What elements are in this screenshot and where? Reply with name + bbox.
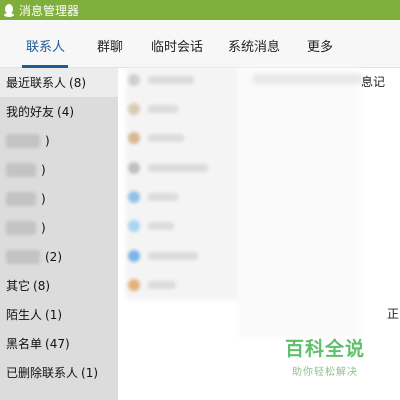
- blurred-name: [148, 164, 208, 172]
- blurred-label: [6, 133, 40, 148]
- blurred-name: [148, 105, 178, 113]
- sidebar-item-count: (8): [69, 75, 87, 90]
- sidebar-item-count: (4): [57, 104, 75, 119]
- blurred-name: [148, 222, 174, 230]
- blurred-label: [6, 249, 40, 264]
- sidebar-item-count: ): [45, 133, 50, 148]
- list-item[interactable]: [128, 72, 238, 88]
- avatar: [128, 250, 140, 262]
- blurred-message-area: [238, 68, 360, 338]
- sidebar-item-label: 黑名单: [6, 337, 43, 351]
- window-title: 消息管理器: [19, 3, 80, 18]
- avatar: [128, 191, 140, 203]
- title-bar: 消息管理器: [0, 0, 400, 20]
- tab-group-chat[interactable]: 群聊: [97, 36, 123, 55]
- blurred-name: [148, 76, 194, 84]
- avatar: [128, 162, 140, 174]
- sidebar-item-label: 其它: [6, 279, 31, 293]
- blurred-label: [6, 220, 36, 235]
- sidebar-item-label: 最近联系人: [6, 76, 67, 90]
- blurred-label: [6, 191, 36, 206]
- tab-contacts[interactable]: 联系人: [26, 36, 65, 55]
- avatar: [128, 103, 140, 115]
- contact-group-sidebar: 最近联系人 (8) 我的好友 (4) ) ) ) ) (2) 其它 (8) 陌生…: [0, 68, 118, 400]
- sidebar-item-count: ): [41, 191, 46, 206]
- sidebar-item-deleted-contacts[interactable]: 已删除联系人 (1): [0, 358, 118, 387]
- sidebar-item-blurred-group[interactable]: (2): [0, 242, 118, 271]
- tab-system-messages[interactable]: 系统消息: [228, 36, 280, 55]
- list-item[interactable]: [128, 130, 238, 146]
- blurred-name: [148, 134, 184, 142]
- watermark-title: 百科全说: [284, 338, 365, 360]
- list-item[interactable]: [128, 101, 238, 117]
- tab-temporary-session[interactable]: 临时会话: [151, 36, 203, 55]
- sidebar-item-strangers[interactable]: 陌生人 (1): [0, 300, 118, 329]
- blurred-name: [148, 281, 176, 289]
- sidebar-item-count: (8): [33, 278, 51, 293]
- sidebar-item-label: 陌生人: [6, 308, 43, 322]
- blurred-label: [6, 162, 36, 177]
- blurred-name: [148, 193, 178, 201]
- avatar: [128, 132, 140, 144]
- list-item[interactable]: [128, 277, 238, 293]
- watermark-logo: 百科全说 助你轻松解决: [282, 334, 368, 378]
- sidebar-item-blurred-group[interactable]: ): [0, 126, 118, 155]
- sidebar-item-blacklist[interactable]: 黑名单 (47): [0, 329, 118, 358]
- qq-penguin-icon: [2, 3, 16, 17]
- sidebar-item-my-friends[interactable]: 我的好友 (4): [0, 97, 118, 126]
- sidebar-item-label: 我的好友: [6, 105, 55, 119]
- watermark-subtitle: 助你轻松解决: [292, 367, 358, 378]
- sidebar-item-count: (1): [81, 365, 99, 380]
- sidebar-item-count: ): [41, 220, 46, 235]
- sidebar-item-blurred-group[interactable]: ): [0, 155, 118, 184]
- column-header-edge: 息记: [361, 75, 386, 89]
- blurred-column-header: [253, 74, 363, 84]
- list-item[interactable]: [128, 218, 238, 234]
- sidebar-item-count: ): [41, 162, 46, 177]
- list-item[interactable]: [128, 189, 238, 205]
- avatar: [128, 220, 140, 232]
- list-item[interactable]: [128, 248, 238, 264]
- sidebar-item-blurred-group[interactable]: ): [0, 213, 118, 242]
- avatar: [128, 74, 140, 86]
- sidebar-item-label: 已删除联系人: [6, 366, 79, 380]
- sidebar-item-count: (1): [45, 307, 63, 322]
- sidebar-item-recent-contacts[interactable]: 最近联系人 (8): [0, 68, 118, 97]
- sidebar-item-count: (2): [45, 249, 62, 264]
- sidebar-item-count: (47): [45, 336, 70, 351]
- list-item[interactable]: [128, 160, 238, 176]
- tab-bar: 联系人 群聊 临时会话 系统消息 更多: [0, 20, 400, 68]
- tab-more[interactable]: 更多: [307, 36, 333, 55]
- content-edge-text: 正: [387, 307, 400, 321]
- blurred-name: [148, 252, 198, 260]
- sidebar-item-blurred-group[interactable]: ): [0, 184, 118, 213]
- avatar: [128, 279, 140, 291]
- sidebar-item-other[interactable]: 其它 (8): [0, 271, 118, 300]
